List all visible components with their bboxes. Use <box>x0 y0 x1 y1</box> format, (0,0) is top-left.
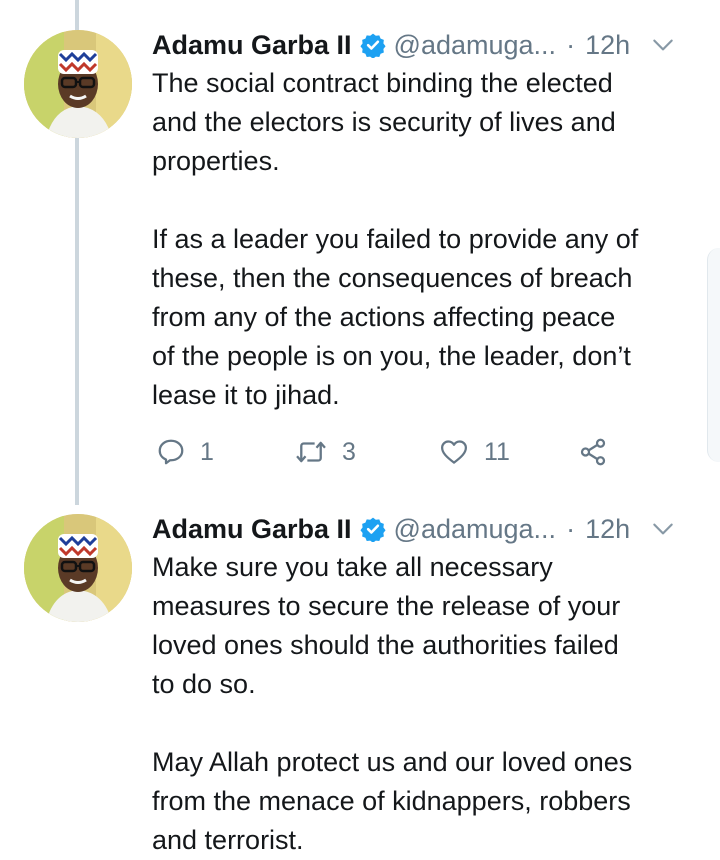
author-handle[interactable]: @adamuga... <box>394 30 557 61</box>
separator-dot: · <box>566 513 576 544</box>
tweet-text: Make sure you take all necessary measure… <box>152 552 633 855</box>
avatar[interactable] <box>24 30 132 138</box>
separator-dot: · <box>566 29 576 60</box>
tweet-header: Adamu Garba II @adamuga... · 12h <box>152 28 702 62</box>
reply-button[interactable]: 1 <box>156 428 214 476</box>
avatar[interactable] <box>24 514 132 622</box>
like-button[interactable]: 11 <box>438 428 510 476</box>
verified-badge-icon <box>359 517 386 542</box>
reply-icon <box>158 439 184 465</box>
scroll-edge <box>707 248 720 462</box>
tweet-text: The social contract binding the elected … <box>152 68 639 410</box>
like-count: 11 <box>484 437 510 466</box>
author-name[interactable]: Adamu Garba II <box>152 30 352 61</box>
author-name[interactable]: Adamu Garba II <box>152 514 352 545</box>
tweet[interactable]: Adamu Garba II @adamuga... · 12h The soc… <box>0 0 720 500</box>
share-button[interactable] <box>578 428 608 476</box>
tweet-actions: 1 3 11 <box>152 428 632 476</box>
timestamp[interactable]: 12h <box>585 30 630 61</box>
tweet[interactable]: Adamu Garba II @adamuga... · 12h Make su… <box>0 500 720 856</box>
chevron-down-icon[interactable] <box>650 516 676 542</box>
chevron-down-icon[interactable] <box>650 32 676 58</box>
author-handle[interactable]: @adamuga... <box>394 514 557 545</box>
retweet-icon <box>296 441 326 463</box>
share-icon <box>580 438 606 466</box>
like-icon <box>441 440 467 464</box>
tweet-header: Adamu Garba II @adamuga... · 12h <box>152 512 702 546</box>
retweet-button[interactable]: 3 <box>294 428 356 476</box>
retweet-count: 3 <box>342 437 356 466</box>
reply-count: 1 <box>200 437 214 466</box>
timestamp[interactable]: 12h <box>585 514 630 545</box>
verified-badge-icon <box>359 33 386 58</box>
